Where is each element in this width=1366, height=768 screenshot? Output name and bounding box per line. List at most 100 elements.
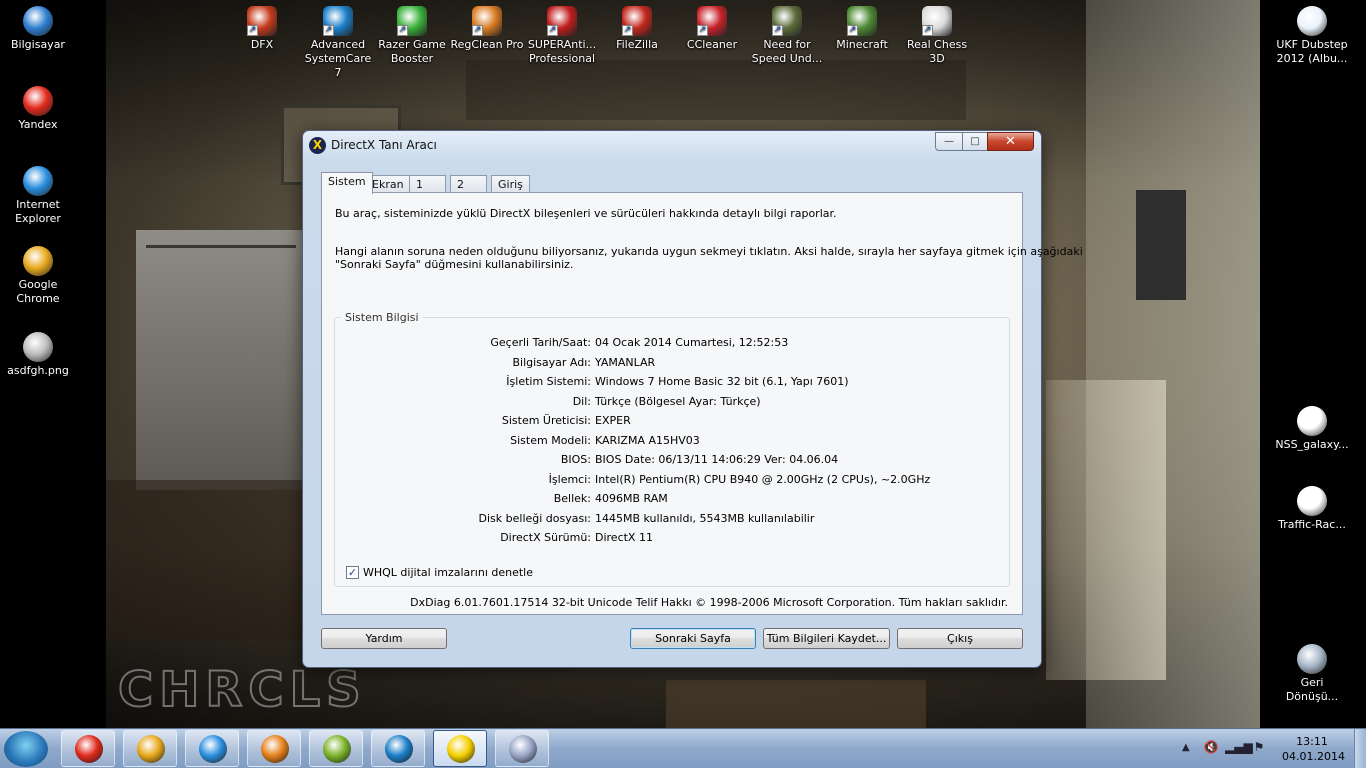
system-info-row: Dil: Türkçe (Bölgesel Ayar: Türkçe) (335, 393, 1011, 411)
close-button[interactable]: ✕ (987, 132, 1034, 151)
desktop-icon-computer[interactable]: Bilgisayar (0, 6, 76, 52)
real-chess-icon: ↗ (922, 6, 952, 36)
desktop-icon-google-chrome[interactable]: Google Chrome (0, 246, 76, 306)
window-title: DirectX Tanı Aracı (331, 138, 437, 152)
shortcut-arrow-icon: ↗ (397, 25, 408, 36)
chrome-icon (137, 735, 165, 763)
tab-giris[interactable]: Giriş (491, 175, 530, 193)
shortcut-arrow-icon: ↗ (472, 25, 483, 36)
desktop-icon-label: Need for Speed Und... (751, 38, 823, 65)
system-info-value: BIOS Date: 06/13/11 14:06:29 Ver: 04.06.… (595, 453, 839, 466)
yandex-taskbar-button[interactable] (61, 730, 115, 767)
desktop-icon-regclean-pro[interactable]: ↗ RegClean Pro (449, 6, 525, 52)
volume-muted-icon[interactable]: 🔇 (1203, 739, 1219, 755)
tab-1-sesi[interactable]: 1 Sesi (409, 175, 446, 208)
desktop-icon-image-file[interactable]: asdfgh.png (0, 332, 76, 378)
network-signal-icon[interactable]: ▂▄▆ (1225, 739, 1253, 755)
advanced-systemcare-icon (385, 735, 413, 763)
system-info-key: Bellek: (553, 492, 591, 505)
minimize-button[interactable]: — (935, 132, 963, 151)
show-desktop-button[interactable] (1354, 729, 1366, 768)
desktop-icon-label: Bilgisayar (11, 38, 65, 51)
save-all-info-button[interactable]: Tüm Bilgileri Kaydet... (763, 628, 890, 649)
exit-button[interactable]: Çıkış (897, 628, 1023, 649)
directx-diagnostic-window[interactable]: X DirectX Tanı Aracı — □ ✕ Sistem Ekran … (302, 130, 1083, 668)
document-file-icon-2 (1297, 486, 1327, 516)
action-center-icon[interactable]: ⚑ (1251, 739, 1267, 755)
internet-explorer-icon (199, 735, 227, 763)
system-info-value: Windows 7 Home Basic 32 bit (6.1, Yapı 7… (595, 375, 849, 388)
system-info-value: 1445MB kullanıldı, 5543MB kullanılabilir (595, 511, 815, 525)
desktop-icon-yandex[interactable]: Yandex (0, 86, 76, 132)
taskbar: ▲ 🔇 ▂▄▆ ⚑ 13:11 04.01.2014 (0, 728, 1366, 768)
desktop-icon-label: Traffic-Rac... (1278, 518, 1346, 531)
system-info-key: Bilgisayar Adı: (512, 355, 591, 369)
shortcut-arrow-icon: ↗ (547, 25, 558, 36)
desktop-icon-music-file[interactable]: UKF Dubstep 2012 (Albu... (1274, 6, 1350, 66)
tab-sistem[interactable]: Sistem (321, 172, 373, 194)
desktop-icon-internet-explorer[interactable]: Internet Explorer (0, 166, 76, 226)
maximize-button[interactable]: □ (962, 132, 988, 151)
desktop-icon-superantispyware[interactable]: ↗ SUPERAnti... Professional (524, 6, 600, 66)
system-info-value: YAMANLAR (595, 355, 656, 369)
media-player-icon (261, 735, 289, 763)
paint-taskbar-button[interactable] (495, 730, 549, 767)
recycle-bin-icon (1297, 644, 1327, 674)
yandex-icon (75, 735, 103, 763)
desktop-icon-label: DFX (250, 38, 274, 51)
desktop-icon-advanced-systemcare[interactable]: ↗ Advanced SystemCare 7 (300, 6, 376, 80)
desktop-icon-label: Yandex (18, 118, 58, 131)
razer-game-booster-icon: ↗ (397, 6, 427, 36)
desktop-icon-ccleaner[interactable]: ↗ CCleaner (674, 6, 750, 52)
regclean-pro-icon: ↗ (472, 6, 502, 36)
advanced-systemcare-taskbar-button[interactable] (371, 730, 425, 767)
desktop-icon-label: asdfgh.png (7, 364, 69, 377)
internet-explorer-icon (23, 166, 53, 196)
desktop-icon-label: NSS_galaxy... (1275, 438, 1349, 451)
minecraft-icon: ↗ (847, 6, 877, 36)
chrome-taskbar-button[interactable] (123, 730, 177, 767)
desktop-icon-dfx[interactable]: ↗ DFX (224, 6, 300, 52)
desktop-icon-document-file[interactable]: Traffic-Rac... (1274, 486, 1350, 532)
desktop-icon-minecraft[interactable]: ↗ Minecraft (824, 6, 900, 52)
system-info-row: İşletim Sistemi: Windows 7 Home Basic 32 … (335, 373, 1011, 391)
desktop-icon-need-for-speed[interactable]: ↗ Need for Speed Und... (749, 6, 825, 66)
desktop-icon-filezilla[interactable]: ↗ FileZilla (599, 6, 675, 52)
system-info-value: 4096MB RAM (595, 492, 668, 505)
show-hidden-icons-button[interactable]: ▲ (1182, 742, 1190, 753)
network-icon (323, 735, 351, 763)
next-page-button[interactable]: Sonraki Sayfa (630, 628, 756, 649)
desktop-icon-real-chess[interactable]: ↗ Real Chess 3D (899, 6, 975, 66)
desktop-icon-razer-game-booster[interactable]: ↗ Razer Game Booster (374, 6, 450, 66)
whql-checkbox-label[interactable]: WHQL dijital imzalarını denetle (363, 566, 533, 579)
system-info-value: EXPER (595, 414, 631, 427)
media-player-taskbar-button[interactable] (247, 730, 301, 767)
system-info-key: Disk belleği dosyası: (478, 511, 591, 525)
shortcut-arrow-icon: ↗ (622, 25, 633, 36)
dfx-icon: ↗ (247, 6, 277, 36)
desktop-icon-recycle-bin[interactable]: Geri Dönüşü... (1274, 644, 1350, 704)
desktop-icon-label: RegClean Pro (450, 38, 524, 51)
system-info-row: Sistem Üreticisi: EXPER (335, 412, 1011, 430)
system-info-key: İşlemci: (548, 472, 591, 486)
directx-taskbar-button[interactable] (433, 730, 487, 767)
system-info-row: Bellek: 4096MB RAM (335, 490, 1011, 508)
window-titlebar[interactable]: X DirectX Tanı Aracı — □ ✕ (303, 131, 1041, 159)
internet-explorer-taskbar-button[interactable] (185, 730, 239, 767)
network-taskbar-button[interactable] (309, 730, 363, 767)
system-info-row: Bilgisayar Adı: YAMANLAR (335, 354, 1011, 372)
system-info-key: BIOS: (560, 453, 591, 466)
clock[interactable]: 13:11 04.01.2014 (1282, 734, 1345, 764)
system-info-row: DirectX Sürümü: DirectX 11 (335, 529, 1011, 547)
help-button[interactable]: Yardım (321, 628, 447, 649)
desktop-icon-document-file[interactable]: NSS_galaxy... (1274, 406, 1350, 452)
desktop-icon-label: Advanced SystemCare 7 (304, 38, 372, 79)
need-for-speed-icon: ↗ (772, 6, 802, 36)
clock-date: 04.01.2014 (1282, 750, 1345, 763)
shortcut-arrow-icon: ↗ (772, 25, 783, 36)
group-title: Sistem Bilgisi (341, 311, 423, 324)
start-button[interactable] (4, 731, 48, 767)
tab-2-sesi[interactable]: 2 Sesi (450, 175, 487, 208)
system-info-key: DirectX Sürümü: (500, 531, 591, 544)
whql-checkbox[interactable]: ✓ (346, 566, 359, 579)
